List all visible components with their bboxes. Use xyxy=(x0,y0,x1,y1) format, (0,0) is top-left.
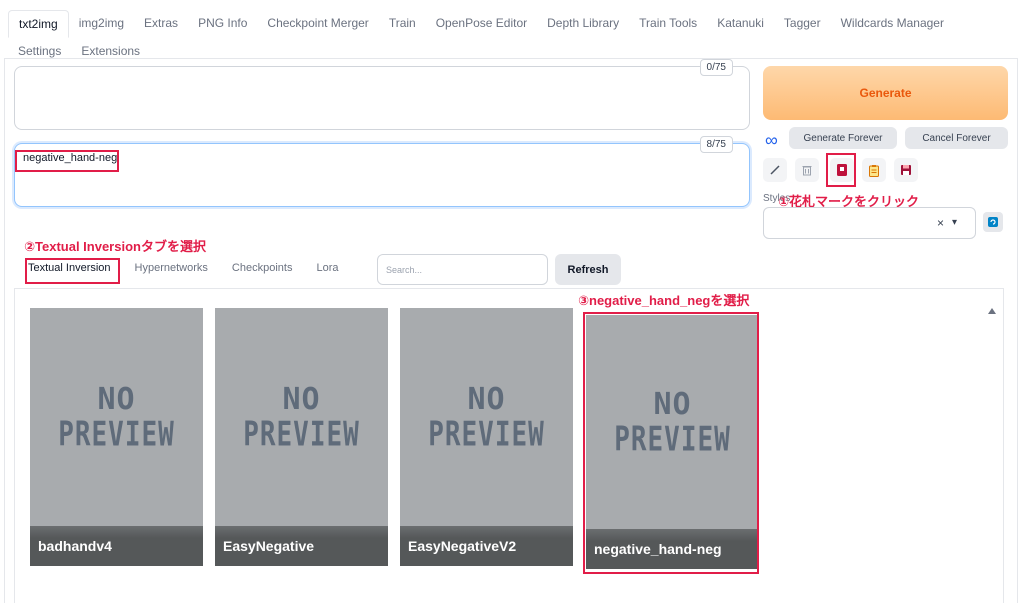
negative-prompt-textarea[interactable]: negative_hand-neg 8/75 xyxy=(14,136,750,207)
no-preview-image: NO PREVIEW xyxy=(400,308,573,526)
infinity-icon[interactable]: ∞ xyxy=(765,130,778,151)
page: txt2img img2img Extras PNG Info Checkpoi… xyxy=(0,0,1024,603)
style-apply-button[interactable] xyxy=(862,158,886,182)
clear-prompt-button[interactable] xyxy=(795,158,819,182)
no-preview-image: NO PREVIEW xyxy=(215,308,388,526)
no-preview-bottom-text: PREVIEW xyxy=(428,415,545,455)
highlight-hanafuda-button xyxy=(826,153,856,187)
no-preview-image: NO PREVIEW xyxy=(30,308,203,526)
clipboard-icon xyxy=(869,164,879,177)
styles-clear-icon[interactable]: × xyxy=(937,216,944,230)
highlight-textual-inversion-tab xyxy=(25,258,120,284)
card-label: EasyNegative xyxy=(215,526,388,566)
tab-img2img[interactable]: img2img xyxy=(69,10,134,38)
negative-prompt-token-counter: 8/75 xyxy=(699,136,733,153)
floppy-disk-icon xyxy=(901,165,911,175)
card-label: EasyNegativeV2 xyxy=(400,526,573,566)
no-preview-top-text: NO xyxy=(97,381,136,417)
no-preview-bottom-text: PREVIEW xyxy=(58,415,175,455)
styles-refresh-button[interactable] xyxy=(983,212,1003,232)
highlight-negative-hand-neg-card xyxy=(583,312,759,574)
tab-png-info[interactable]: PNG Info xyxy=(188,10,257,38)
arrow-icon xyxy=(770,165,780,175)
tab-openpose-editor[interactable]: OpenPose Editor xyxy=(426,10,537,38)
tab-hypernetworks[interactable]: Hypernetworks xyxy=(123,258,220,278)
annotation-step2: ②Textual Inversionタブを選択 xyxy=(24,239,206,254)
tab-wildcards-manager[interactable]: Wildcards Manager xyxy=(831,10,954,38)
highlight-negative-text xyxy=(15,150,119,172)
main-tabs: txt2img img2img Extras PNG Info Checkpoi… xyxy=(8,10,954,38)
network-card-easynegative[interactable]: NO PREVIEW EasyNegative xyxy=(215,308,388,566)
no-preview-bottom-text: PREVIEW xyxy=(243,415,360,455)
save-style-button[interactable] xyxy=(894,158,918,182)
network-card-easynegativev2[interactable]: NO PREVIEW EasyNegativeV2 xyxy=(400,308,573,566)
no-preview-top-text: NO xyxy=(282,381,321,417)
styles-dropdown[interactable]: × ▾ xyxy=(763,207,976,239)
trash-icon xyxy=(802,166,812,176)
generate-button[interactable]: Generate xyxy=(763,66,1008,120)
search-placeholder: Search... xyxy=(386,265,423,275)
generate-forever-button[interactable]: Generate Forever xyxy=(789,127,897,149)
tab-katanuki[interactable]: Katanuki xyxy=(707,10,774,38)
extra-networks-search-input[interactable]: Search... xyxy=(377,254,548,285)
paste-params-button[interactable] xyxy=(763,158,787,182)
extra-networks-refresh-button[interactable]: Refresh xyxy=(555,254,621,285)
tab-checkpoint-merger[interactable]: Checkpoint Merger xyxy=(257,10,378,38)
tab-extras[interactable]: Extras xyxy=(134,10,188,38)
prompt-textarea[interactable]: 0/75 xyxy=(14,59,750,130)
tab-txt2img[interactable]: txt2img xyxy=(8,10,69,38)
tab-train-tools[interactable]: Train Tools xyxy=(629,10,707,38)
network-card-badhandv4[interactable]: NO PREVIEW badhandv4 xyxy=(30,308,203,566)
card-label: badhandv4 xyxy=(30,526,203,566)
tab-depth-library[interactable]: Depth Library xyxy=(537,10,629,38)
tab-checkpoints[interactable]: Checkpoints xyxy=(220,258,305,278)
scroll-up-icon[interactable] xyxy=(988,308,996,314)
prompt-token-counter: 0/75 xyxy=(699,59,733,76)
refresh-icon xyxy=(988,217,998,227)
tab-train[interactable]: Train xyxy=(379,10,426,38)
tab-lora[interactable]: Lora xyxy=(304,258,350,278)
tab-tagger[interactable]: Tagger xyxy=(774,10,831,38)
cancel-forever-button[interactable]: Cancel Forever xyxy=(905,127,1008,149)
no-preview-top-text: NO xyxy=(467,381,506,417)
chevron-down-icon: ▾ xyxy=(952,217,958,228)
